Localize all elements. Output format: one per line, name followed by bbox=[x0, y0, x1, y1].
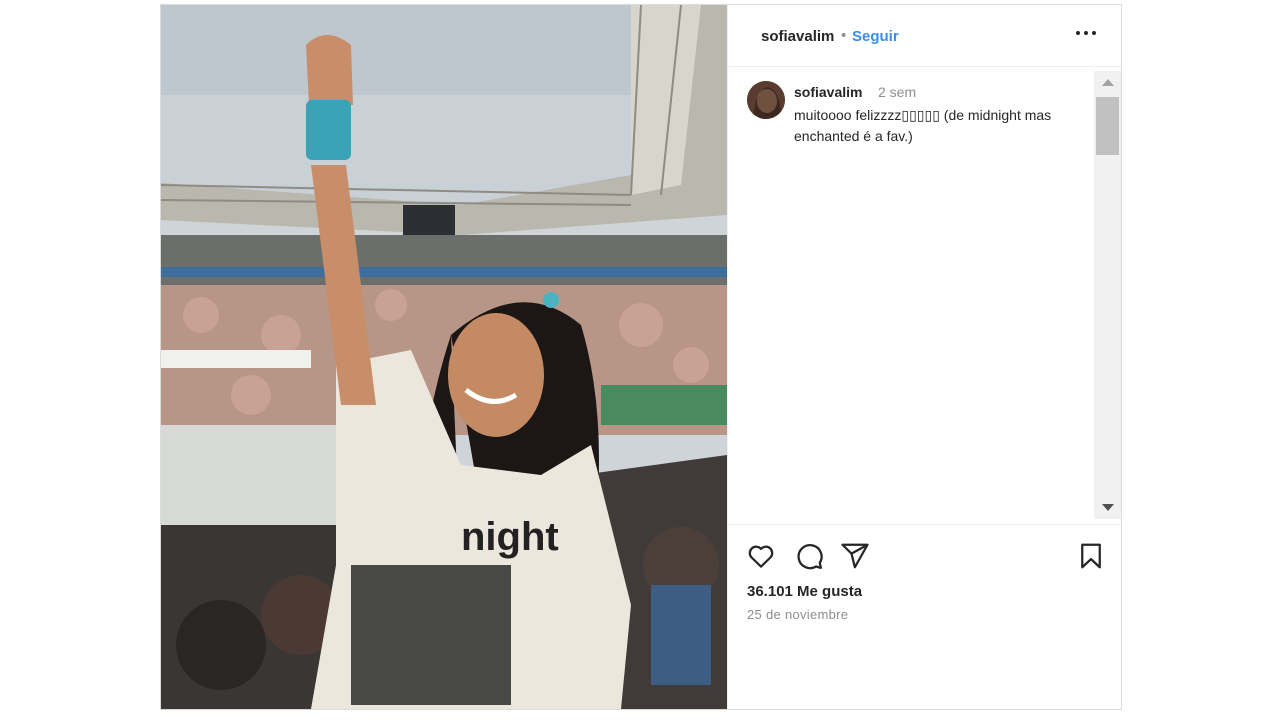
heart-icon[interactable] bbox=[746, 541, 776, 571]
likes-count[interactable]: 36.101 Me gusta bbox=[747, 583, 862, 600]
svg-text:night: night bbox=[461, 515, 559, 559]
action-bar bbox=[728, 525, 1122, 585]
caption-username[interactable]: sofiavalim bbox=[794, 84, 862, 100]
post-side-panel: sofiavalim • Seguir sofiavalim 2 sem mui… bbox=[727, 5, 1122, 709]
scrollbar-thumb[interactable] bbox=[1096, 97, 1119, 155]
caption-time[interactable]: 2 sem bbox=[878, 84, 916, 100]
more-dot bbox=[1092, 31, 1096, 35]
follow-button[interactable]: Seguir bbox=[852, 28, 899, 45]
more-options-icon[interactable] bbox=[1074, 21, 1100, 43]
post-date[interactable]: 25 de noviembre bbox=[747, 607, 848, 622]
avatar-image bbox=[747, 81, 785, 119]
post-card: night sofiavalim • Seguir sofiavalim 2 s… bbox=[160, 4, 1122, 710]
post-photo-illustration: night bbox=[161, 5, 727, 709]
comment-icon[interactable] bbox=[794, 541, 824, 571]
bookmark-icon[interactable] bbox=[1076, 541, 1106, 571]
more-dot bbox=[1084, 31, 1088, 35]
scroll-down-arrow-icon[interactable] bbox=[1102, 504, 1114, 511]
header-separator: • bbox=[841, 27, 847, 44]
caption-text: muitoooo felizzzz▯▯▯▯▯ (de midnight mas … bbox=[794, 107, 1052, 144]
more-dot bbox=[1076, 31, 1080, 35]
comments-section: sofiavalim 2 sem muitoooo felizzzz▯▯▯▯▯ … bbox=[728, 67, 1122, 525]
share-icon[interactable] bbox=[840, 541, 870, 571]
author-avatar[interactable] bbox=[747, 81, 785, 119]
comments-scrollbar[interactable] bbox=[1094, 71, 1121, 519]
post-photo[interactable]: night bbox=[161, 5, 727, 709]
post-header: sofiavalim • Seguir bbox=[728, 5, 1122, 67]
post-author-username[interactable]: sofiavalim bbox=[761, 28, 834, 45]
scroll-up-arrow-icon[interactable] bbox=[1102, 79, 1114, 86]
